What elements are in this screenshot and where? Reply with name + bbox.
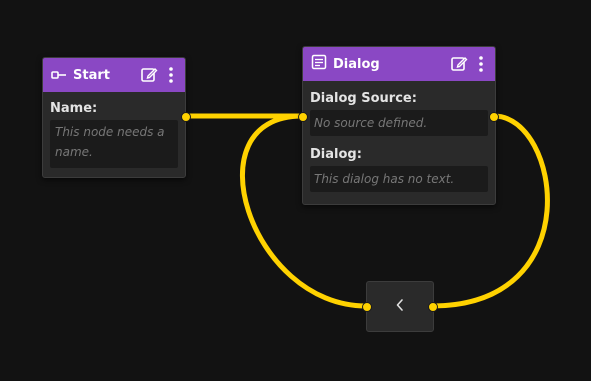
start-output-port[interactable] bbox=[181, 112, 191, 122]
dialog-node-title: Dialog bbox=[333, 56, 380, 72]
start-key-icon bbox=[51, 66, 67, 85]
node-canvas[interactable]: Start Name: This node needs a name. Dial… bbox=[0, 0, 591, 381]
dialog-output-port[interactable] bbox=[489, 112, 499, 122]
start-node-title: Start bbox=[73, 67, 110, 83]
dialog-source-label: Dialog Source: bbox=[310, 91, 417, 106]
dialog-text-label: Dialog: bbox=[310, 147, 362, 162]
dialog-text-field[interactable]: This dialog has no text. bbox=[310, 166, 488, 192]
edit-icon[interactable] bbox=[449, 54, 469, 74]
dialog-doc-icon bbox=[311, 54, 327, 74]
start-node[interactable]: Start Name: This node needs a name. bbox=[42, 57, 191, 178]
return-output-port[interactable] bbox=[428, 302, 438, 312]
chevron-left-icon bbox=[395, 297, 405, 316]
more-vertical-icon[interactable] bbox=[165, 65, 177, 85]
start-node-header[interactable]: Start bbox=[43, 58, 185, 92]
name-field[interactable]: This node needs a name. bbox=[50, 120, 178, 168]
return-node[interactable] bbox=[362, 281, 438, 332]
more-vertical-icon[interactable] bbox=[475, 54, 487, 74]
dialog-source-field[interactable]: No source defined. bbox=[310, 110, 488, 136]
dialog-node-header[interactable]: Dialog bbox=[303, 47, 495, 81]
dialog-input-port[interactable] bbox=[298, 112, 308, 122]
edit-icon[interactable] bbox=[139, 65, 159, 85]
return-input-port[interactable] bbox=[362, 302, 372, 312]
name-label: Name: bbox=[50, 101, 98, 116]
dialog-node[interactable]: Dialog Dialog Source: No source defined.… bbox=[298, 46, 499, 205]
